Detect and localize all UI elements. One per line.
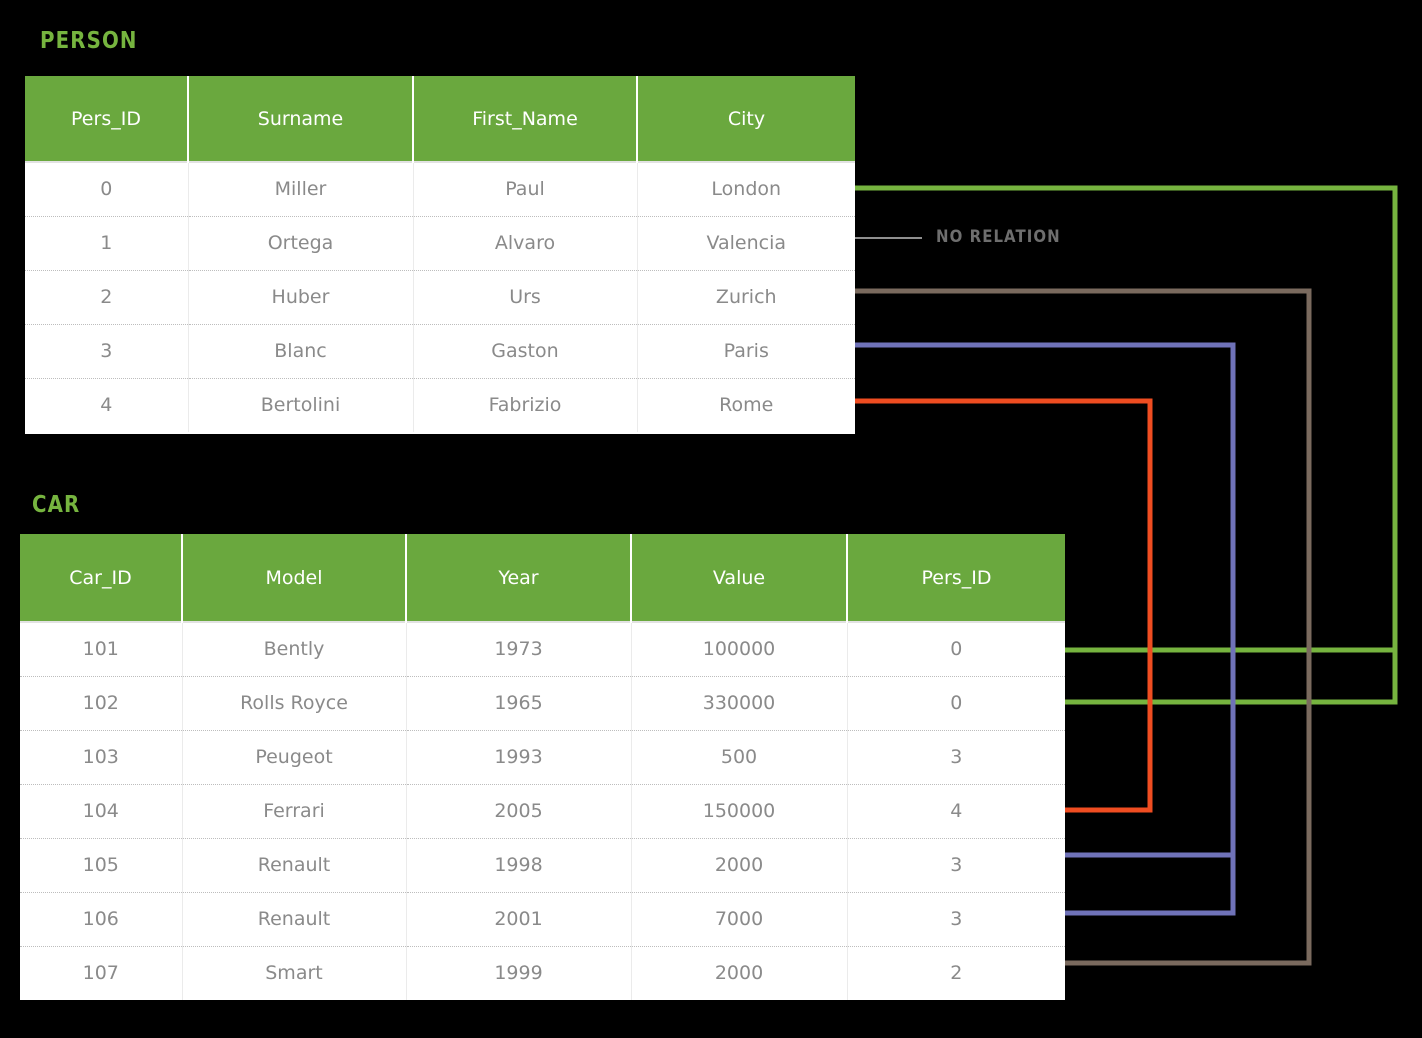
person-cell-pers-id: 0 bbox=[25, 161, 189, 217]
car-cell-model: Rolls Royce bbox=[182, 676, 407, 731]
car-cell-model: Smart bbox=[182, 946, 407, 1000]
car-cell-model: Ferrari bbox=[182, 784, 407, 839]
car-col-model: Model bbox=[182, 534, 407, 622]
car-cell-car-id: 101 bbox=[20, 621, 183, 677]
table-row: 3 Blanc Gaston Paris bbox=[25, 324, 855, 379]
car-cell-model: Bently bbox=[182, 621, 407, 677]
car-cell-car-id: 107 bbox=[20, 946, 183, 1000]
car-cell-value: 2000 bbox=[631, 838, 848, 893]
person-cell-surname: Blanc bbox=[188, 324, 414, 379]
person-cell-city: Valencia bbox=[637, 216, 855, 271]
person-table: Pers_ID Surname First_Name City 0 Miller… bbox=[25, 76, 855, 432]
person-cell-first-name: Fabrizio bbox=[413, 378, 638, 432]
table-row: 103 Peugeot 1993 500 3 bbox=[20, 730, 1065, 785]
person-cell-city: Zurich bbox=[637, 270, 855, 325]
car-cell-model: Peugeot bbox=[182, 730, 407, 785]
table-row: 107 Smart 1999 2000 2 bbox=[20, 946, 1065, 1000]
person-cell-first-name: Gaston bbox=[413, 324, 638, 379]
relation-line-blanc-renault-106 bbox=[1065, 855, 1236, 916]
person-header-row: Pers_ID Surname First_Name City bbox=[25, 76, 855, 162]
table-row: 104 Ferrari 2005 150000 4 bbox=[20, 784, 1065, 839]
car-cell-model: Renault bbox=[182, 892, 407, 947]
car-cell-model: Renault bbox=[182, 838, 407, 893]
car-cell-year: 2005 bbox=[406, 784, 632, 839]
car-cell-value: 330000 bbox=[631, 676, 848, 731]
car-cell-pers-id: 0 bbox=[847, 676, 1065, 731]
car-col-car-id: Car_ID bbox=[20, 534, 183, 622]
car-cell-value: 500 bbox=[631, 730, 848, 785]
car-cell-value: 7000 bbox=[631, 892, 848, 947]
person-cell-city: London bbox=[637, 161, 855, 217]
table-row: 0 Miller Paul London bbox=[25, 161, 855, 217]
person-cell-pers-id: 3 bbox=[25, 324, 189, 379]
car-cell-year: 1973 bbox=[406, 621, 632, 677]
person-cell-surname: Bertolini bbox=[188, 378, 414, 432]
car-cell-year: 1999 bbox=[406, 946, 632, 1000]
person-cell-pers-id: 2 bbox=[25, 270, 189, 325]
car-cell-pers-id: 3 bbox=[847, 892, 1065, 947]
car-cell-pers-id: 2 bbox=[847, 946, 1065, 1000]
car-cell-value: 100000 bbox=[631, 621, 848, 677]
car-cell-year: 2001 bbox=[406, 892, 632, 947]
table-row: 106 Renault 2001 7000 3 bbox=[20, 892, 1065, 947]
no-relation-label: NO RELATION bbox=[936, 227, 1061, 247]
car-cell-pers-id: 4 bbox=[847, 784, 1065, 839]
car-cell-pers-id: 3 bbox=[847, 838, 1065, 893]
car-cell-year: 1998 bbox=[406, 838, 632, 893]
car-cell-value: 150000 bbox=[631, 784, 848, 839]
person-cell-surname: Miller bbox=[188, 161, 414, 217]
person-cell-first-name: Alvaro bbox=[413, 216, 638, 271]
car-col-pers-id: Pers_ID bbox=[847, 534, 1065, 622]
car-cell-pers-id: 3 bbox=[847, 730, 1065, 785]
car-cell-car-id: 104 bbox=[20, 784, 183, 839]
car-col-year: Year bbox=[406, 534, 632, 622]
car-cell-car-id: 103 bbox=[20, 730, 183, 785]
er-diagram-canvas: PERSON Pers_ID Surname First_Name City 0… bbox=[0, 0, 1422, 1038]
car-col-value: Value bbox=[631, 534, 848, 622]
car-header-row: Car_ID Model Year Value Pers_ID bbox=[20, 534, 1065, 622]
person-cell-pers-id: 1 bbox=[25, 216, 189, 271]
car-cell-pers-id: 0 bbox=[847, 621, 1065, 677]
car-cell-car-id: 106 bbox=[20, 892, 183, 947]
person-col-surname: Surname bbox=[188, 76, 414, 162]
person-table-title: PERSON bbox=[40, 28, 138, 54]
person-cell-city: Rome bbox=[637, 378, 855, 432]
table-row: 4 Bertolini Fabrizio Rome bbox=[25, 378, 855, 432]
person-cell-surname: Ortega bbox=[188, 216, 414, 271]
person-cell-first-name: Paul bbox=[413, 161, 638, 217]
table-row: 1 Ortega Alvaro Valencia bbox=[25, 216, 855, 271]
car-cell-year: 1965 bbox=[406, 676, 632, 731]
person-cell-city: Paris bbox=[637, 324, 855, 379]
car-table-title: CAR bbox=[32, 492, 81, 518]
person-cell-surname: Huber bbox=[188, 270, 414, 325]
relation-line-miller-rolls-royce bbox=[1065, 650, 1398, 705]
person-cell-first-name: Urs bbox=[413, 270, 638, 325]
person-cell-pers-id: 4 bbox=[25, 378, 189, 432]
table-row: 2 Huber Urs Zurich bbox=[25, 270, 855, 325]
car-cell-car-id: 105 bbox=[20, 838, 183, 893]
car-table: Car_ID Model Year Value Pers_ID 101 Bent… bbox=[20, 534, 1065, 1000]
car-cell-value: 2000 bbox=[631, 946, 848, 1000]
car-cell-year: 1993 bbox=[406, 730, 632, 785]
car-cell-car-id: 102 bbox=[20, 676, 183, 731]
table-row: 102 Rolls Royce 1965 330000 0 bbox=[20, 676, 1065, 731]
table-row: 105 Renault 1998 2000 3 bbox=[20, 838, 1065, 893]
person-col-city: City bbox=[637, 76, 855, 162]
person-col-pers-id: Pers_ID bbox=[25, 76, 189, 162]
person-col-first-name: First_Name bbox=[413, 76, 638, 162]
table-row: 101 Bently 1973 100000 0 bbox=[20, 621, 1065, 677]
